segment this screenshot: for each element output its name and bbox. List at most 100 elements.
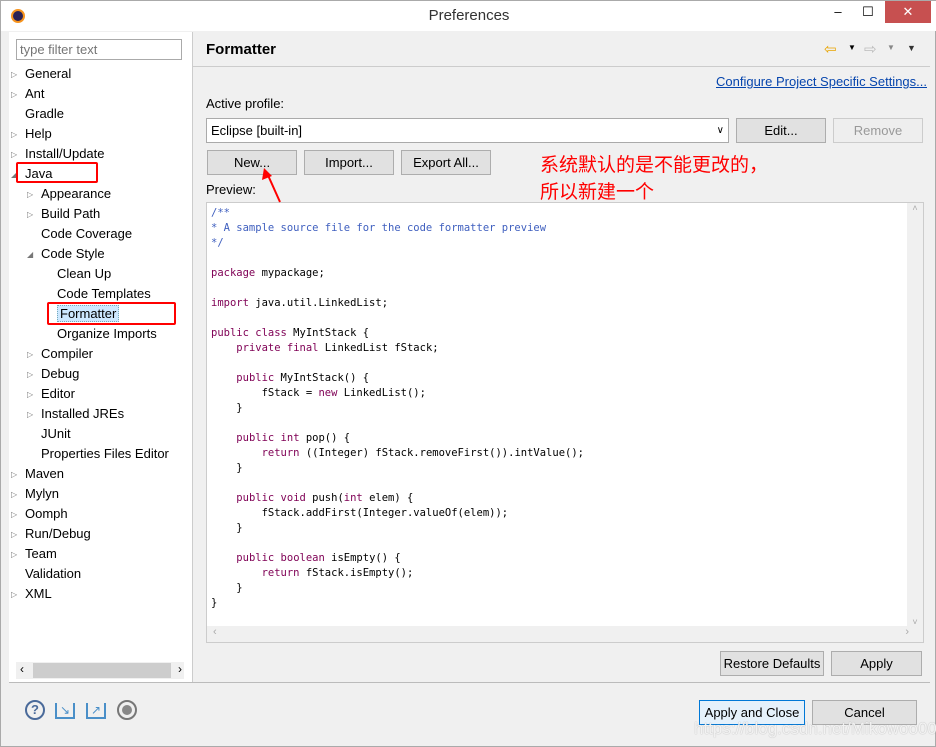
tree-item-label: Clean Up bbox=[57, 266, 112, 281]
code-keyword: package bbox=[211, 267, 256, 279]
collapsed-twisty-icon[interactable]: ▷ bbox=[11, 545, 17, 565]
view-menu-icon[interactable]: ▼ bbox=[907, 43, 916, 53]
scroll-thumb[interactable] bbox=[33, 663, 171, 678]
tree-item-code-coverage[interactable]: Code Coverage bbox=[41, 224, 132, 244]
tree-item-general[interactable]: ▷ General bbox=[11, 64, 71, 84]
record-icon[interactable] bbox=[117, 700, 137, 720]
collapsed-twisty-icon[interactable]: ▷ bbox=[11, 585, 17, 605]
preview-label: Preview: bbox=[206, 182, 256, 197]
import-icon[interactable]: ↘ bbox=[55, 703, 75, 719]
code-text: } bbox=[211, 462, 243, 474]
scroll-left-icon[interactable]: ‹ bbox=[20, 662, 24, 676]
help-icon[interactable]: ? bbox=[25, 700, 45, 720]
tree-item-ant[interactable]: ▷ Ant bbox=[11, 84, 45, 104]
code-keyword: import bbox=[211, 297, 249, 309]
tree-item-help[interactable]: ▷ Help bbox=[11, 124, 52, 144]
tree-item-installed-jres[interactable]: ▷ Installed JREs bbox=[27, 404, 124, 424]
restore-defaults-button[interactable]: Restore Defaults bbox=[720, 651, 824, 676]
code-text: java.util.LinkedList; bbox=[248, 297, 389, 309]
active-profile-label: Active profile: bbox=[206, 96, 285, 111]
code-line: } bbox=[211, 461, 584, 476]
export-all-button[interactable]: Export All... bbox=[401, 150, 491, 175]
forward-dropdown-icon[interactable]: ▼ bbox=[887, 43, 895, 52]
tree-item-mylyn[interactable]: ▷ Mylyn bbox=[11, 484, 59, 504]
back-arrow-icon[interactable]: ⇦ bbox=[824, 40, 837, 58]
tree-item-oomph[interactable]: ▷ Oomph bbox=[11, 504, 68, 524]
tree-item-build-path[interactable]: ▷ Build Path bbox=[27, 204, 101, 224]
collapsed-twisty-icon[interactable]: ▷ bbox=[11, 525, 17, 545]
horizontal-scrollbar[interactable]: ‹ › bbox=[207, 626, 923, 642]
edit-button[interactable]: Edit... bbox=[736, 118, 826, 143]
tree-item-properties-files-editor[interactable]: Properties Files Editor bbox=[41, 444, 169, 464]
horizontal-scrollbar[interactable]: ‹ › bbox=[16, 662, 184, 679]
code-keyword: private final bbox=[236, 342, 319, 354]
collapsed-twisty-icon[interactable]: ▷ bbox=[11, 65, 17, 85]
code-text: isEmpty() { bbox=[324, 552, 401, 564]
code-keyword: public class bbox=[211, 327, 287, 339]
profile-select[interactable]: Eclipse [built-in] ∨ bbox=[206, 118, 729, 143]
code-text: push( bbox=[305, 492, 344, 504]
tree-item-clean-up[interactable]: Clean Up bbox=[57, 264, 111, 284]
tree-item-organize-imports[interactable]: Organize Imports bbox=[57, 324, 157, 344]
tree-item-label: Build Path bbox=[41, 206, 101, 221]
collapsed-twisty-icon[interactable]: ▷ bbox=[11, 125, 17, 145]
collapsed-twisty-icon[interactable]: ▷ bbox=[27, 185, 33, 205]
tree-item-junit[interactable]: JUnit bbox=[41, 424, 71, 444]
collapsed-twisty-icon[interactable]: ▷ bbox=[11, 465, 17, 485]
window-title: Preferences bbox=[428, 7, 510, 24]
formatter-page: Formatter ⇦ ▼ ⇨ ▼ ▼ Configure Project Sp… bbox=[193, 32, 930, 682]
remove-button[interactable]: Remove bbox=[833, 118, 923, 143]
configure-project-settings-link[interactable]: Configure Project Specific Settings... bbox=[716, 74, 927, 89]
tree-item-maven[interactable]: ▷ Maven bbox=[11, 464, 64, 484]
apply-button[interactable]: Apply bbox=[831, 651, 922, 676]
tree-item-label: Compiler bbox=[41, 346, 94, 361]
code-line: return fStack.isEmpty(); bbox=[211, 566, 584, 581]
forward-arrow-icon[interactable]: ⇨ bbox=[864, 40, 877, 58]
tree-item-label: Appearance bbox=[41, 186, 112, 201]
expanded-twisty-icon[interactable]: ◢ bbox=[27, 245, 33, 265]
tree-item-code-style[interactable]: ◢ Code Style bbox=[27, 244, 105, 264]
tree-item-label: Ant bbox=[25, 86, 45, 101]
export-icon[interactable]: ↗ bbox=[86, 703, 106, 719]
collapsed-twisty-icon[interactable]: ▷ bbox=[11, 505, 17, 525]
collapsed-twisty-icon[interactable]: ▷ bbox=[11, 485, 17, 505]
tree-item-team[interactable]: ▷ Team bbox=[11, 544, 57, 564]
tree-item-code-templates[interactable]: Code Templates bbox=[57, 284, 151, 304]
tree-item-label: Install/Update bbox=[25, 146, 105, 161]
vertical-scrollbar[interactable]: ˄ ˅ bbox=[907, 203, 923, 627]
maximize-button[interactable]: ☐ bbox=[853, 1, 883, 23]
collapsed-twisty-icon[interactable]: ▷ bbox=[27, 385, 33, 405]
code-text: } bbox=[211, 522, 243, 534]
tree-item-label: JUnit bbox=[41, 426, 71, 441]
code-keyword: public void bbox=[236, 492, 306, 504]
tree-item-run-debug[interactable]: ▷ Run/Debug bbox=[11, 524, 91, 544]
tree-item-install-update[interactable]: ▷ Install/Update bbox=[11, 144, 105, 164]
tree-item-validation[interactable]: Validation bbox=[25, 564, 81, 584]
minimize-button[interactable]: – bbox=[823, 1, 853, 23]
tree-item-debug[interactable]: ▷ Debug bbox=[27, 364, 79, 384]
tree-item-editor[interactable]: ▷ Editor bbox=[27, 384, 75, 404]
scroll-right-icon[interactable]: › bbox=[178, 662, 182, 676]
code-line: public int pop() { bbox=[211, 431, 584, 446]
collapsed-twisty-icon[interactable]: ▷ bbox=[27, 205, 33, 225]
tree-item-compiler[interactable]: ▷ Compiler bbox=[27, 344, 94, 364]
code-line: } bbox=[211, 521, 584, 536]
tree-item-gradle[interactable]: Gradle bbox=[25, 104, 64, 124]
back-dropdown-icon[interactable]: ▼ bbox=[848, 43, 856, 52]
collapsed-twisty-icon[interactable]: ▷ bbox=[27, 345, 33, 365]
filter-input[interactable] bbox=[16, 39, 182, 60]
tree-item-xml[interactable]: ▷ XML bbox=[11, 584, 52, 604]
tree-item-appearance[interactable]: ▷ Appearance bbox=[27, 184, 112, 204]
close-button[interactable]: ✕ bbox=[885, 1, 931, 23]
collapsed-twisty-icon[interactable]: ▷ bbox=[11, 85, 17, 105]
import-button[interactable]: Import... bbox=[304, 150, 394, 175]
code-text: pop() { bbox=[299, 432, 351, 444]
collapsed-twisty-icon[interactable]: ▷ bbox=[27, 365, 33, 385]
collapsed-twisty-icon[interactable]: ▷ bbox=[27, 405, 33, 425]
